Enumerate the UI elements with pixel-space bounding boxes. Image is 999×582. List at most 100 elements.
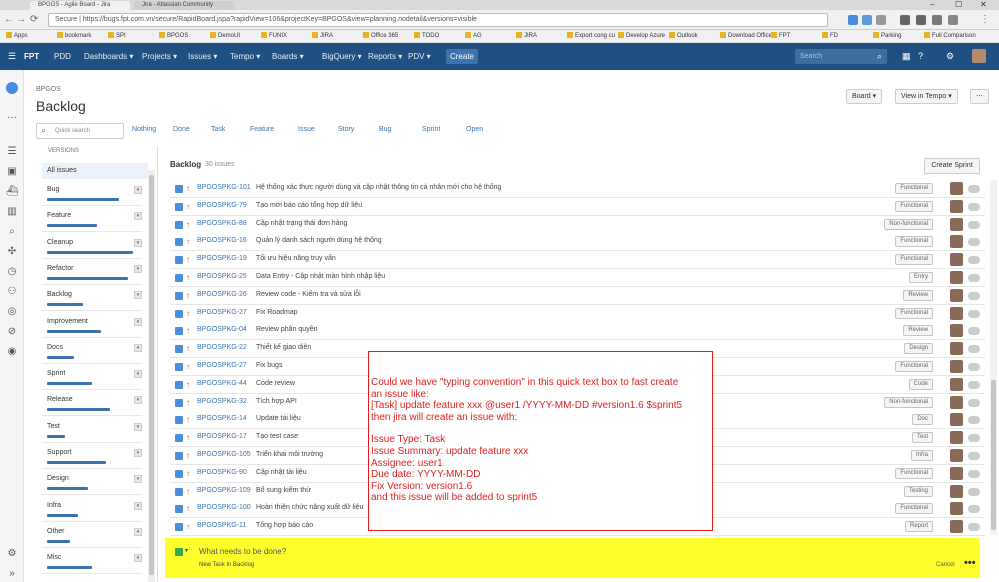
quick-filter[interactable]: Issue xyxy=(298,126,315,133)
issue-summary[interactable]: Quản lý danh sách người dùng hệ thống xyxy=(256,237,382,244)
extension-icon[interactable] xyxy=(876,15,886,25)
issue-key[interactable]: BPGOSPKG-109 xyxy=(197,487,251,494)
version-item[interactable]: Cleanup ▾ xyxy=(42,235,142,259)
quick-filter[interactable]: Story xyxy=(338,126,354,133)
assignee-avatar[interactable] xyxy=(950,520,963,534)
expand-icon[interactable]: ▾ xyxy=(134,527,142,536)
extension-icon[interactable] xyxy=(848,15,858,25)
issue-summary[interactable]: Cập nhật tài liệu xyxy=(256,469,307,476)
bookmark-item[interactable]: SPI xyxy=(108,32,126,41)
bookmark-item[interactable]: DemoUI xyxy=(210,32,240,41)
more-button[interactable]: ⋯ xyxy=(970,89,989,104)
search-input[interactable]: Search xyxy=(795,49,887,64)
project-avatar-icon[interactable] xyxy=(6,82,18,94)
issue-key[interactable]: BPGOSPKG-17 xyxy=(197,433,247,440)
issue-key[interactable]: BPGOSPKG-32 xyxy=(197,398,247,405)
issues-icon[interactable]: ⌕ xyxy=(6,226,18,238)
nav-item[interactable]: PDD xyxy=(54,51,71,62)
issue-label[interactable]: Functional xyxy=(895,467,933,479)
expand-icon[interactable]: ▾ xyxy=(134,370,142,379)
expand-icon[interactable]: ▾ xyxy=(134,238,142,247)
version-item[interactable]: Feature ▾ xyxy=(42,208,142,233)
issue-key[interactable]: BPGOSPKG-04 xyxy=(197,326,247,333)
version-item[interactable]: Design ▾ xyxy=(42,471,142,496)
version-item[interactable]: Refactor ▾ xyxy=(42,261,142,285)
issue-summary[interactable]: Review code - Kiểm tra và sửa lỗi xyxy=(256,291,361,298)
issue-row[interactable]: ↑ BPGOSPKG-04 Review phân quyền Review xyxy=(170,322,985,341)
view-in-tempo-button[interactable]: View in Tempo ▾ xyxy=(895,89,958,104)
issue-summary[interactable]: Fix Roadmap xyxy=(256,309,298,316)
bookmark-item[interactable]: bookmark xyxy=(57,32,91,41)
issue-summary[interactable]: Thiết kế giao diện xyxy=(256,344,311,351)
assignee-avatar[interactable] xyxy=(950,253,963,267)
minimize-icon[interactable]: – xyxy=(930,0,934,10)
circle-icon[interactable]: ◉ xyxy=(6,346,18,358)
project-key[interactable]: BPGOS xyxy=(36,86,61,93)
nav-item[interactable]: BigQuery ▾ xyxy=(322,51,362,62)
assignee-avatar[interactable] xyxy=(950,431,963,445)
assignee-avatar[interactable] xyxy=(950,484,963,498)
issue-key[interactable]: BPGOSPKG-19 xyxy=(197,255,247,262)
issue-summary[interactable]: Hoàn thiện chức năng xuất dữ liệu xyxy=(256,504,363,511)
quick-filter[interactable]: Nothing xyxy=(132,126,156,133)
issue-summary[interactable]: Data Entry - Cập nhật màn hình nhập liệu xyxy=(256,273,385,280)
bookmark-item[interactable]: Parking xyxy=(873,32,901,41)
app-switcher-icon[interactable]: ☰ xyxy=(8,51,16,62)
all-issues-item[interactable]: All issues xyxy=(42,163,148,179)
version-item[interactable]: Misc ▾ xyxy=(42,550,142,575)
expand-icon[interactable]: ▾ xyxy=(134,317,142,326)
expand-icon[interactable]: ▾ xyxy=(134,186,142,194)
issue-label[interactable]: Entry xyxy=(908,272,933,283)
assignee-avatar[interactable] xyxy=(950,413,963,427)
expand-icon[interactable]: ▾ xyxy=(134,449,142,457)
assignee-avatar[interactable] xyxy=(950,235,963,249)
issue-summary[interactable]: Triển khai môi trường xyxy=(256,451,323,458)
issue-label[interactable]: Functional xyxy=(895,236,933,248)
version-item[interactable]: Backlog ▾ xyxy=(42,287,142,312)
clock-icon[interactable]: ◷ xyxy=(6,266,18,278)
board-button[interactable]: Board ▾ xyxy=(846,89,883,104)
task-type-icon[interactable] xyxy=(175,548,183,556)
version-item[interactable]: Bug ▾ xyxy=(42,182,142,206)
settings-icon[interactable]: ⚙ xyxy=(946,51,954,62)
bookmark-item[interactable]: Office 365 xyxy=(363,32,398,41)
issue-label[interactable]: Infra xyxy=(910,450,933,461)
version-item[interactable]: Infra ▾ xyxy=(42,498,142,522)
user-avatar[interactable] xyxy=(972,49,986,63)
issue-key[interactable]: BPGOSPKG-79 xyxy=(197,202,247,209)
issue-key[interactable]: BPGOSPKG-101 xyxy=(197,184,251,191)
cancel-link[interactable]: Cancel xyxy=(936,562,955,568)
check-icon[interactable]: ⊘ xyxy=(6,326,18,338)
extension-icon[interactable] xyxy=(916,15,926,25)
issue-label[interactable]: Non-functional xyxy=(884,396,933,408)
menu-icon[interactable]: ⋮ xyxy=(980,14,990,26)
assignee-avatar[interactable] xyxy=(950,182,963,195)
bookmark-item[interactable]: FPT xyxy=(771,32,790,41)
inline-create-input[interactable]: What needs to be done? xyxy=(199,547,286,556)
quick-filter[interactable]: Task xyxy=(211,126,225,133)
expand-icon[interactable]: ▾ xyxy=(134,501,142,510)
team-icon[interactable]: ⚇ xyxy=(6,286,18,298)
quick-filter[interactable]: Open xyxy=(466,126,483,133)
assignee-avatar[interactable] xyxy=(950,377,963,391)
issue-key[interactable]: BPGOSPKG-22 xyxy=(197,344,247,351)
nav-item[interactable]: PDV ▾ xyxy=(408,51,431,62)
nav-item[interactable]: Dashboards ▾ xyxy=(84,51,133,62)
issue-key[interactable]: BPGOSPKG-14 xyxy=(197,415,247,422)
issue-key[interactable]: BPGOSPKG-25 xyxy=(197,273,247,280)
assignee-avatar[interactable] xyxy=(950,288,963,302)
assignee-avatar[interactable] xyxy=(950,306,963,320)
issue-row[interactable]: ↑ BPGOSPKG-16 Quản lý danh sách người dùng… xyxy=(170,233,985,252)
releases-icon[interactable]: ⛴ xyxy=(6,186,19,198)
versions-scrollbar[interactable] xyxy=(148,170,155,582)
more-icon[interactable]: ••• xyxy=(964,557,976,569)
expand-icon[interactable]: ▾ xyxy=(134,422,142,431)
issue-summary[interactable]: Review phân quyền xyxy=(256,326,318,333)
quick-filter[interactable]: Sprint xyxy=(422,126,440,133)
issue-label[interactable]: Code xyxy=(908,378,933,390)
bookmark-item[interactable]: AG xyxy=(465,32,482,41)
bookmark-item[interactable]: TODO xyxy=(414,32,439,41)
assignee-avatar[interactable] xyxy=(950,199,963,213)
url-field[interactable]: Secure | https://bugs.fpt.com.vn/secure/… xyxy=(48,13,828,27)
issue-key[interactable]: BPGOSPKG-88 xyxy=(197,220,247,227)
